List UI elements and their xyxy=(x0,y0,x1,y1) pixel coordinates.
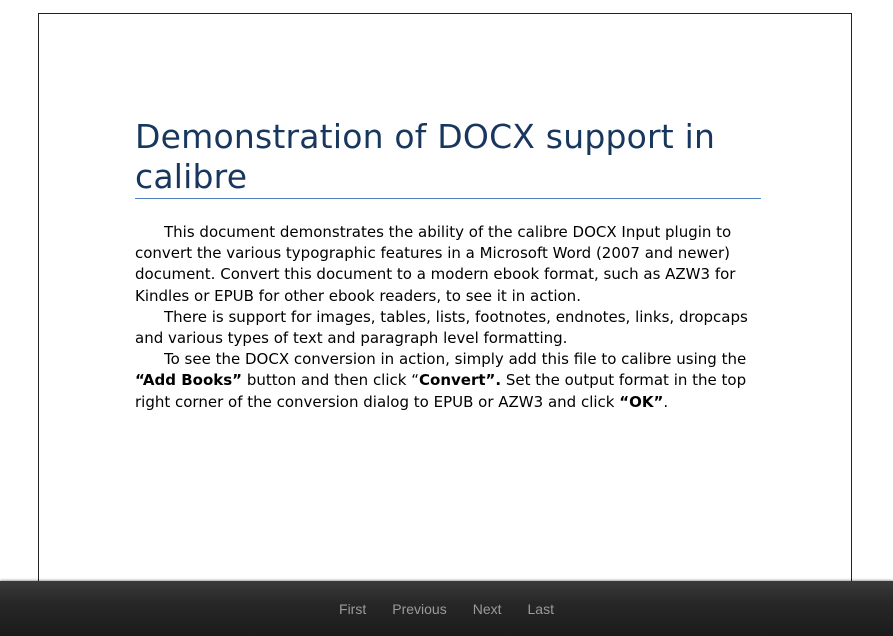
paragraph-text: button and then click “ xyxy=(242,371,419,390)
paragraph-text: There is support for images, tables, lis… xyxy=(135,307,748,348)
bold-text: “Add Books” xyxy=(135,371,243,390)
bold-text: “OK” xyxy=(619,392,664,411)
pagination-bar: First Previous Next Last xyxy=(0,581,893,636)
bold-text: Convert”. xyxy=(419,371,502,390)
paragraph-text: This document demonstrates the ability o… xyxy=(135,223,736,305)
body-paragraph: This document demonstrates the ability o… xyxy=(135,222,761,307)
document-content: Demonstration of DOCX support in calibre… xyxy=(135,117,761,413)
document-title: Demonstration of DOCX support in calibre xyxy=(135,117,761,199)
previous-page-link[interactable]: Previous xyxy=(379,601,459,617)
document-body: This document demonstrates the ability o… xyxy=(135,222,761,413)
body-paragraph: There is support for images, tables, lis… xyxy=(135,307,761,349)
body-paragraph: To see the DOCX conversion in action, si… xyxy=(135,349,761,413)
paragraph-text: . xyxy=(663,392,669,411)
document-page: Demonstration of DOCX support in calibre… xyxy=(38,13,852,588)
last-page-link[interactable]: Last xyxy=(515,601,567,617)
next-page-link[interactable]: Next xyxy=(460,601,515,617)
first-page-link[interactable]: First xyxy=(326,601,379,617)
paragraph-text: To see the DOCX conversion in action, si… xyxy=(164,350,747,369)
